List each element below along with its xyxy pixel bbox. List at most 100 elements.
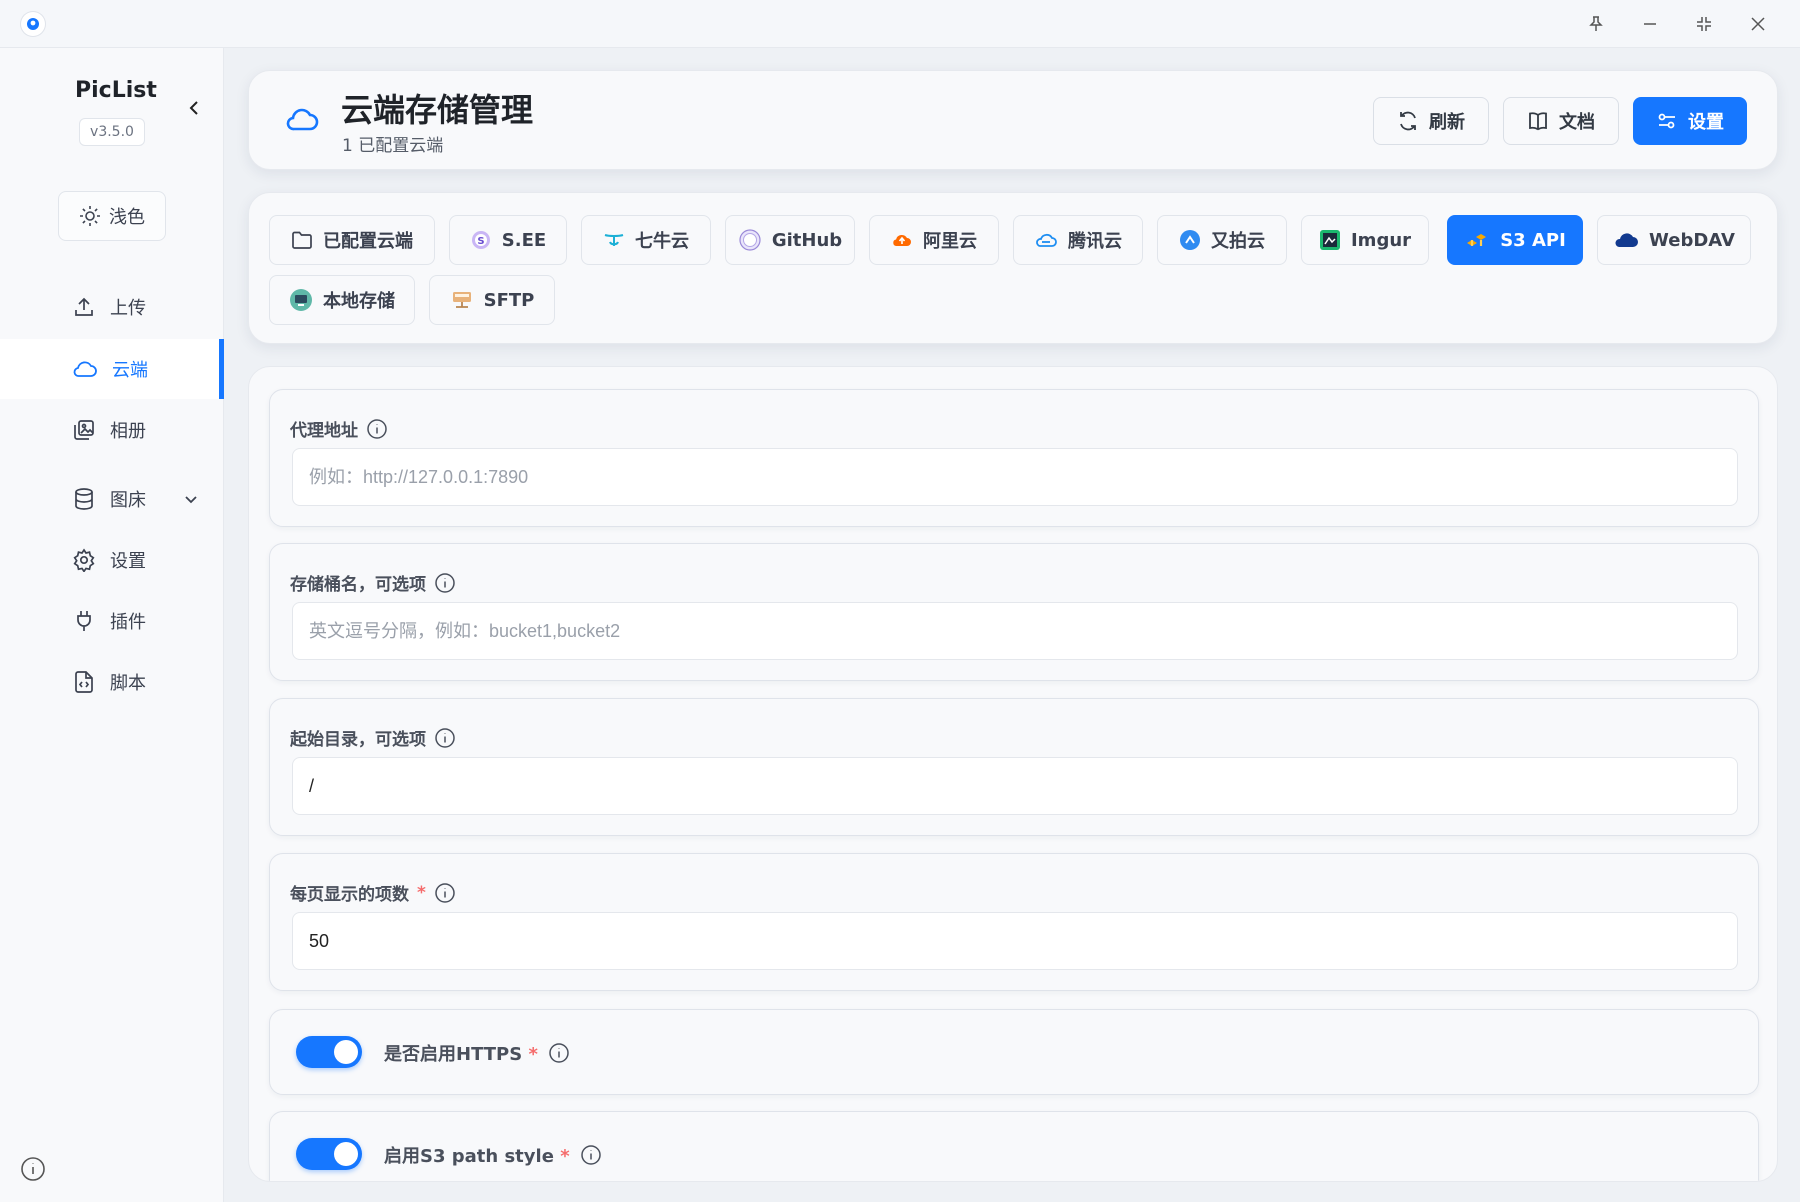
local-storage-icon	[290, 289, 312, 311]
webdav-cloud-icon	[1615, 233, 1639, 247]
settings-button[interactable]: 设置	[1633, 97, 1747, 145]
tab-github[interactable]: GitHub	[725, 215, 855, 265]
chevron-down-icon	[185, 496, 197, 504]
theme-label: 浅色	[109, 207, 145, 228]
close-icon[interactable]	[1744, 10, 1772, 38]
s3-config-form: 代理地址 存储桶名，可选项 起始目录，可选项 每页显示的项数 *	[248, 366, 1778, 1182]
collapse-sidebar-icon[interactable]	[184, 98, 204, 118]
tab-label: 已配置云端	[323, 231, 413, 252]
tab-s3-api[interactable]: S3 API	[1447, 215, 1583, 265]
folder-icon	[292, 231, 312, 249]
sidebar-item-label: 上传	[110, 298, 146, 319]
see-logo-icon: S	[471, 231, 490, 249]
info-icon[interactable]	[366, 418, 388, 440]
tab-upyun[interactable]: 又拍云	[1157, 215, 1287, 265]
sidebar-item-cloud[interactable]: 云端	[0, 339, 224, 399]
path-style-toggle[interactable]	[296, 1138, 362, 1170]
sidebar-item-label: 相册	[110, 421, 146, 442]
bucket-field-label: 存储桶名，可选项	[290, 570, 456, 595]
tab-sftp[interactable]: SFTP	[429, 275, 555, 325]
https-label-text: 是否启用HTTPS	[384, 1044, 523, 1065]
tab-tencent[interactable]: 腾讯云	[1013, 215, 1143, 265]
tab-local-storage[interactable]: 本地存储	[269, 275, 415, 325]
restore-icon[interactable]	[1690, 10, 1718, 38]
https-field: 是否启用HTTPS *	[269, 1009, 1759, 1095]
tab-qiniu[interactable]: 七牛云	[581, 215, 711, 265]
tab-label: GitHub	[771, 229, 843, 251]
sidebar-item-plugins[interactable]: 插件	[0, 591, 224, 651]
page-size-field: 每页显示的项数 *	[269, 853, 1759, 991]
page-subtitle: 1 已配置云端	[342, 136, 444, 156]
cloud-icon	[285, 105, 319, 139]
tab-label: 腾讯云	[1068, 231, 1122, 252]
path-style-field: 启用S3 path style *	[269, 1111, 1759, 1181]
required-mark: *	[560, 1146, 570, 1167]
docs-label: 文档	[1559, 112, 1595, 133]
gallery-icon	[74, 420, 94, 440]
tab-label: S.EE	[501, 229, 547, 251]
page-size-label-text: 每页显示的项数	[290, 885, 409, 905]
refresh-icon	[1400, 111, 1416, 131]
info-icon[interactable]	[434, 572, 456, 594]
upyun-logo-icon	[1180, 230, 1200, 250]
info-icon[interactable]	[548, 1042, 570, 1064]
sidebar-item-scripts[interactable]: 脚本	[0, 652, 224, 712]
tab-see[interactable]: S S.EE	[449, 215, 567, 265]
refresh-button[interactable]: 刷新	[1373, 97, 1489, 145]
tab-configured[interactable]: 已配置云端	[269, 215, 435, 265]
sidebar-item-label: 插件	[110, 612, 146, 633]
cloud-icon	[73, 361, 97, 377]
sidebar-item-label: 设置	[110, 551, 146, 572]
path-style-label-text: 启用S3 path style	[384, 1146, 554, 1167]
sftp-server-icon	[452, 292, 471, 308]
sidebar-item-gallery[interactable]: 相册	[0, 400, 224, 460]
info-icon[interactable]	[434, 727, 456, 749]
tab-imgur[interactable]: Imgur	[1301, 215, 1429, 265]
sidebar-item-settings[interactable]: 设置	[0, 530, 224, 590]
database-icon	[75, 488, 93, 510]
sidebar-item-upload[interactable]: 上传	[0, 277, 224, 337]
tab-label: S3 API	[1500, 229, 1566, 251]
https-toggle[interactable]	[296, 1036, 362, 1068]
required-mark: *	[417, 882, 426, 903]
proxy-input[interactable]	[292, 448, 1738, 506]
https-field-label: 是否启用HTTPS *	[384, 1040, 570, 1066]
tab-webdav[interactable]: WebDAV	[1597, 215, 1751, 265]
tab-label: 本地存储	[323, 291, 395, 312]
settings-label: 设置	[1688, 112, 1724, 133]
info-icon[interactable]	[434, 882, 456, 904]
start-dir-input[interactable]	[292, 757, 1738, 815]
theme-toggle-button[interactable]: 浅色	[58, 191, 166, 241]
sidebar: PicList v3.5.0 浅色 上传 云端 相册 图床 设置 插件 脚本	[0, 48, 224, 1202]
app-logo-icon	[21, 12, 45, 36]
tab-aliyun[interactable]: 阿里云	[869, 215, 999, 265]
gear-icon	[73, 548, 95, 572]
page-size-field-label: 每页显示的项数 *	[290, 880, 456, 905]
start-dir-field: 起始目录，可选项	[269, 698, 1759, 836]
minimize-icon[interactable]	[1636, 10, 1664, 38]
proxy-label-text: 代理地址	[290, 421, 358, 441]
imgur-logo-icon	[1319, 230, 1340, 250]
github-logo-icon	[739, 229, 761, 251]
script-file-icon	[75, 671, 93, 693]
bucket-input[interactable]	[292, 602, 1738, 660]
svg-text:S: S	[477, 236, 484, 247]
aliyun-logo-icon	[893, 235, 911, 246]
settings-sliders-icon	[1658, 113, 1675, 129]
proxy-field: 代理地址	[269, 389, 1759, 527]
page-size-input[interactable]	[292, 912, 1738, 970]
docs-button[interactable]: 文档	[1503, 97, 1619, 145]
page-title: 云端存储管理	[341, 91, 534, 129]
book-icon	[1529, 112, 1547, 131]
proxy-field-label: 代理地址	[290, 416, 388, 441]
s3-logo-icon	[1467, 234, 1487, 246]
pin-icon[interactable]	[1582, 10, 1610, 38]
sidebar-item-picbed[interactable]: 图床	[0, 469, 224, 529]
about-info-icon[interactable]	[20, 1156, 46, 1186]
start-dir-label-text: 起始目录，可选项	[290, 730, 426, 750]
plug-icon	[77, 611, 91, 631]
info-icon[interactable]	[580, 1144, 602, 1166]
storage-tabs: 已配置云端 S S.EE 七牛云 GitHub 阿里云 腾讯云 又拍云 Imgu…	[248, 192, 1778, 344]
version-badge: v3.5.0	[79, 118, 145, 146]
upload-icon	[75, 297, 93, 316]
